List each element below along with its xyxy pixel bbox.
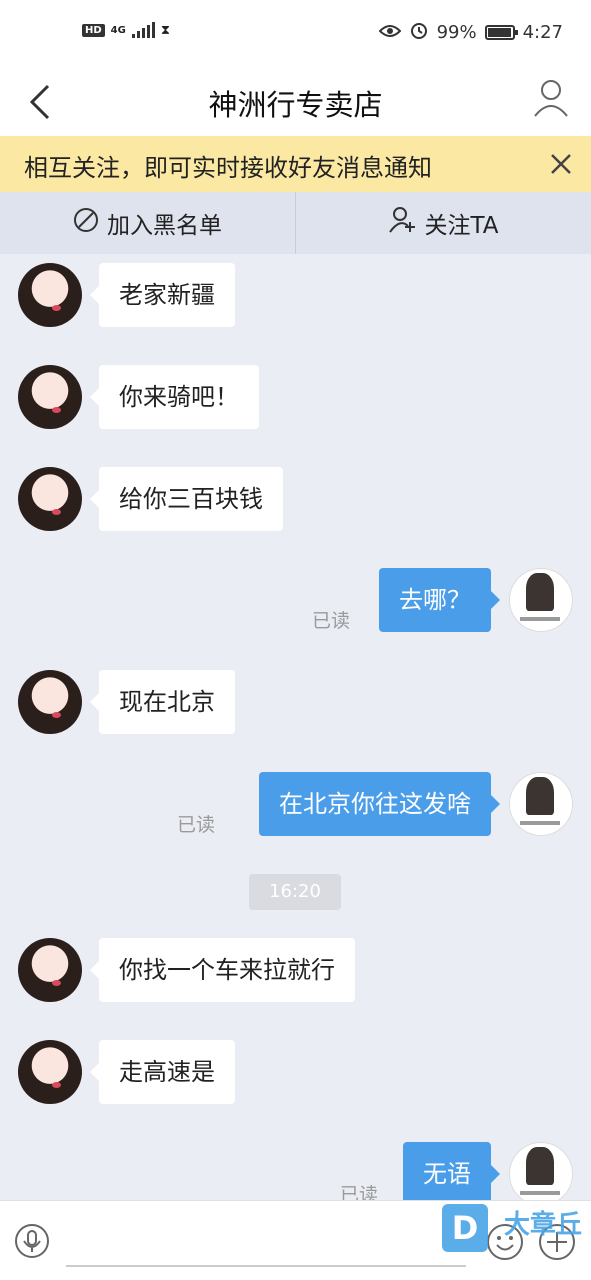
outgoing-message[interactable]: 在北京你往这发啥 (259, 772, 500, 836)
my-avatar[interactable] (509, 772, 573, 836)
follow-banner: 相互关注，即可实时接收好友消息通知 (0, 136, 591, 192)
network-type: 4G (110, 24, 126, 36)
close-icon[interactable] (549, 152, 573, 176)
microphone-icon[interactable] (14, 1223, 50, 1259)
read-status: 已读 (312, 610, 351, 632)
incoming-message[interactable]: 走高速是 (90, 1040, 235, 1104)
contact-avatar[interactable] (18, 365, 82, 429)
incoming-message[interactable]: 老家新疆 (90, 263, 235, 327)
nav-bar: 神洲行专卖店 (0, 68, 591, 136)
outgoing-message[interactable]: 无语 (403, 1142, 500, 1200)
watermark-logo: D (442, 1204, 488, 1252)
contact-avatar[interactable] (18, 1040, 82, 1104)
blacklist-label: 加入黑名单 (107, 213, 222, 239)
add-user-icon (388, 206, 417, 240)
time-divider: 16:20 (249, 874, 341, 910)
read-status: 已读 (340, 1184, 379, 1200)
contact-avatar[interactable] (18, 938, 82, 1002)
alarm-icon (409, 20, 429, 45)
my-avatar[interactable] (509, 1142, 573, 1200)
message-input[interactable] (66, 1219, 466, 1267)
hourglass-icon: ⧗ (160, 22, 170, 38)
watermark-text: 大章丘 (504, 1210, 583, 1240)
battery-percent: 99% (436, 22, 477, 43)
contact-avatar[interactable] (18, 263, 82, 327)
incoming-message[interactable]: 现在北京 (90, 670, 235, 734)
battery-icon (484, 25, 518, 40)
follow-label: 关注TA (424, 213, 499, 239)
follow-banner-text: 相互关注，即可实时接收好友消息通知 (24, 154, 432, 182)
signal-icon (131, 22, 155, 38)
read-status: 已读 (177, 814, 216, 836)
outgoing-message[interactable]: 去哪？ (379, 568, 500, 632)
eye-icon (378, 22, 401, 43)
input-bar (0, 1200, 591, 1280)
contact-avatar[interactable] (18, 670, 82, 734)
blacklist-button[interactable]: 加入黑名单 (0, 192, 295, 254)
action-bar: 加入黑名单 关注TA (0, 192, 591, 254)
follow-button[interactable]: 关注TA (296, 192, 591, 254)
status-bar: HD 4G ⧗ 99% 4:27 (0, 0, 591, 68)
page-title: 神洲行专卖店 (208, 88, 383, 122)
block-icon (73, 207, 99, 239)
incoming-message[interactable]: 你来骑吧！ (90, 365, 259, 429)
contact-avatar[interactable] (18, 467, 82, 531)
incoming-message[interactable]: 你找一个车来拉就行 (90, 938, 355, 1002)
chat-messages[interactable]: 老家新疆 你来骑吧！ 给你三百块钱 已读 去哪？ 现在北京 已读 在北京你往这发… (0, 254, 591, 1200)
profile-icon[interactable] (533, 78, 569, 118)
status-time: 4:27 (522, 22, 563, 43)
incoming-message[interactable]: 给你三百块钱 (90, 467, 283, 531)
my-avatar[interactable] (509, 568, 573, 632)
hd-voice-icon: HD (82, 23, 105, 37)
